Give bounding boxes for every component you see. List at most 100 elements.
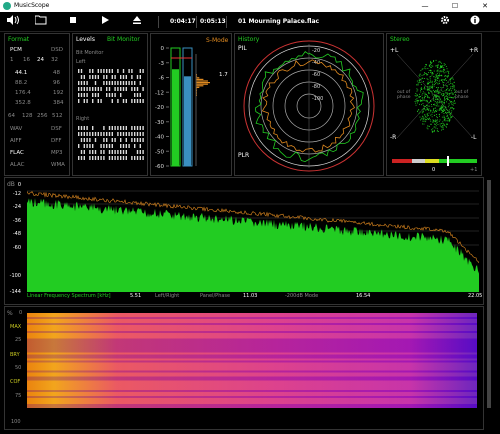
stereo-point (449, 111, 450, 113)
volume-icon[interactable] (6, 15, 20, 29)
close-button[interactable]: ✕ (470, 0, 500, 12)
bit-cell (111, 81, 113, 85)
stereo-point (419, 93, 420, 95)
stereo-point (439, 119, 441, 121)
db-tick-6: -100 (9, 273, 21, 279)
bit-cell (122, 81, 125, 85)
bit-cell (128, 69, 130, 73)
spectrum-mode-label[interactable]: Linear Frequency Spectrum [kHz] (27, 293, 111, 299)
left-right-mode[interactable]: Left/Right (155, 293, 179, 299)
vertical-scrollbar[interactable] (487, 180, 491, 408)
stereo-point (442, 90, 444, 92)
stereo-point (417, 89, 419, 91)
stereo-point (449, 80, 451, 82)
bit-cell (131, 132, 133, 136)
stereo-point (443, 82, 445, 84)
stereo-point (422, 117, 424, 119)
bit-cell (142, 138, 144, 142)
bit-cell (139, 138, 141, 142)
stereo-point (442, 80, 443, 82)
bit-cell (136, 75, 139, 79)
stereo-point (442, 108, 444, 110)
bit-depth-32: 32 (51, 57, 58, 63)
stereo-point (442, 95, 443, 97)
stereo-point (444, 109, 446, 111)
rate-384: 384 (53, 100, 64, 106)
bit-cell (111, 144, 113, 148)
stereo-point (437, 70, 438, 72)
corr-bar-green (439, 159, 477, 163)
stereo-point (431, 94, 433, 96)
stereo-point (431, 131, 433, 133)
stereo-point (429, 97, 430, 99)
stereo-point (417, 102, 418, 104)
info-icon[interactable] (468, 15, 482, 29)
stereo-point (426, 73, 427, 75)
stereo-point (433, 131, 435, 133)
bit-cell (83, 126, 85, 130)
stereo-point (418, 75, 420, 77)
track-name: 01 Mourning Palace.flac (238, 18, 320, 25)
bit-cell (139, 75, 141, 79)
bit-cell (114, 75, 116, 79)
bit-cell (125, 87, 127, 91)
stereo-point (420, 70, 422, 72)
stereo-point (434, 84, 436, 85)
type-aiff: AIFF (10, 138, 22, 144)
bit-cell (103, 81, 105, 85)
bit-monitor-tab[interactable]: Bit Monitor (107, 36, 140, 43)
stereo-point (432, 111, 434, 113)
bit-cell (80, 132, 83, 136)
stereo-point (437, 64, 439, 66)
settings-gear-icon[interactable] (438, 15, 452, 29)
open-folder-icon[interactable] (34, 15, 48, 29)
bit-cell (117, 126, 119, 130)
meter-graphic: 0 -3 -6 -12 -20 -30 -40 -50 -60 (155, 46, 210, 170)
stereo-point (439, 123, 441, 125)
eject-icon[interactable] (130, 15, 144, 29)
stereo-point (451, 116, 453, 118)
bit-cell (111, 99, 113, 103)
stereo-point (421, 118, 423, 120)
cof-label: COF (10, 379, 21, 385)
bit-cell (78, 69, 80, 73)
stereo-point (452, 77, 454, 79)
maximize-button[interactable]: ☐ (440, 0, 470, 12)
bit-cell (136, 138, 139, 142)
stereo-point (442, 82, 444, 84)
history-ring-label: -80 (312, 84, 320, 90)
stereo-point (424, 73, 425, 75)
stereo-point (430, 81, 432, 83)
bit-cell (89, 69, 91, 73)
stereo-point (435, 74, 437, 76)
stereo-point (419, 99, 421, 101)
stereo-point (426, 82, 428, 84)
peak-value: 1.7 (219, 72, 228, 78)
stereo-point (447, 112, 448, 114)
spectrum-fill (27, 198, 479, 292)
stereo-point (419, 116, 421, 118)
stereo-point (441, 108, 443, 109)
stop-icon[interactable] (66, 15, 80, 29)
stereo-point (432, 99, 434, 101)
play-icon[interactable] (98, 15, 112, 29)
stereo-point (440, 66, 442, 68)
stereo-point (444, 97, 445, 99)
stereo-point (443, 79, 445, 81)
stereo-point (452, 83, 454, 85)
stereo-point (448, 96, 450, 98)
minimize-button[interactable]: — (410, 0, 440, 12)
stereo-point (435, 76, 437, 78)
stereo-point (451, 90, 452, 92)
bit-cell (78, 132, 80, 136)
stereo-point (439, 125, 441, 127)
stereo-point (454, 102, 456, 104)
stereo-point (435, 59, 437, 61)
db-mode[interactable]: -200dB Mode (285, 293, 318, 299)
stereo-point (442, 102, 444, 104)
panel-phase-mode[interactable]: Panel/Phase (200, 293, 230, 299)
stereo-point (421, 74, 423, 76)
toolbar-divider (158, 16, 159, 28)
stereo-point (423, 88, 425, 90)
stereo-point (444, 64, 446, 66)
